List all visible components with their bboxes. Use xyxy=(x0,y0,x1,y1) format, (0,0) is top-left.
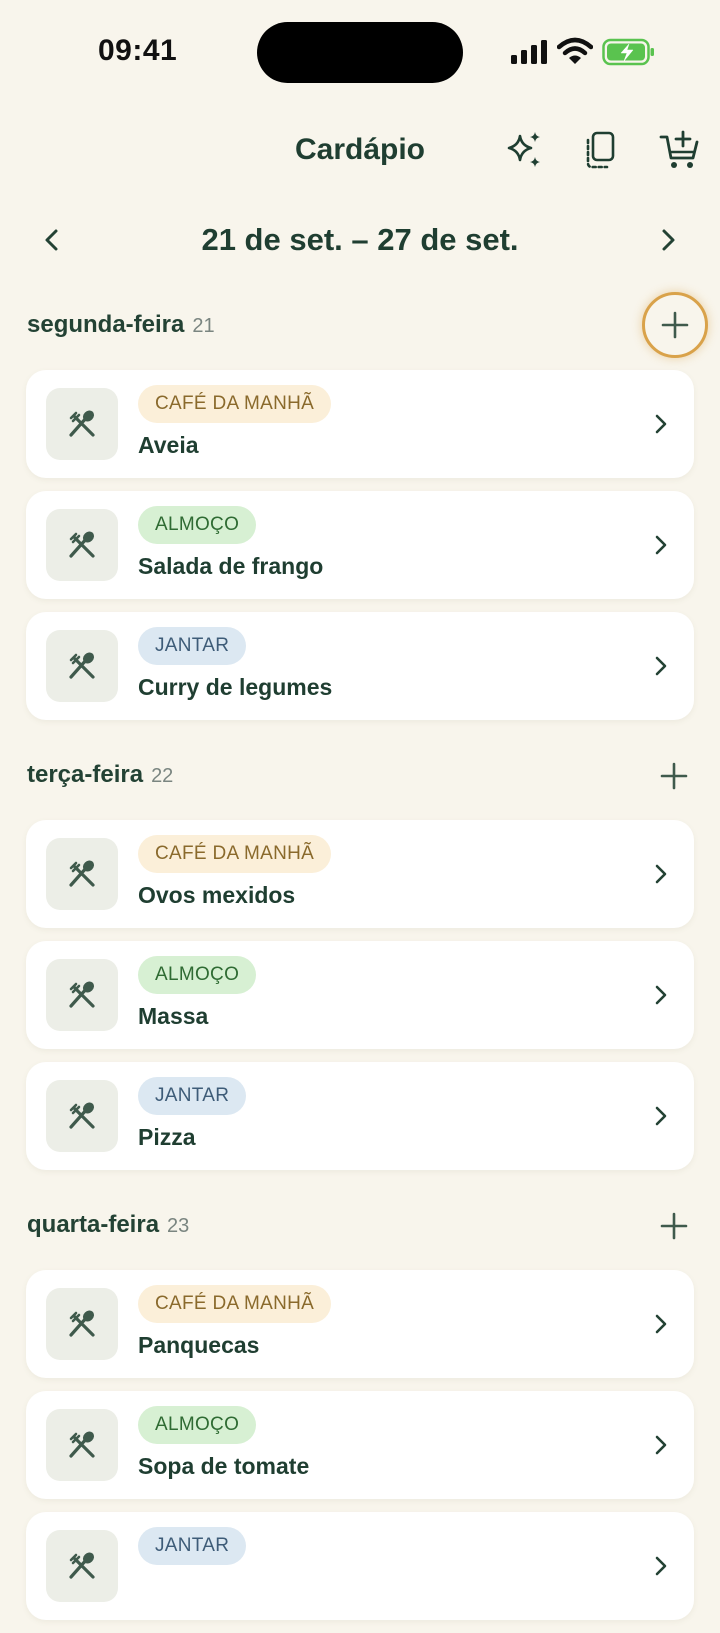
status-bar: 09:41 xyxy=(0,0,720,100)
meal-type-badge: ALMOÇO xyxy=(138,506,257,544)
day-section: quarta-feira 23 CAFÉ DA MANHÃ Panquecas A… xyxy=(0,1197,720,1633)
meal-type-badge: ALMOÇO xyxy=(138,1406,257,1444)
plus-icon xyxy=(660,762,688,790)
day-name-label: terça-feira xyxy=(27,761,144,788)
fork-spoon-icon xyxy=(69,860,95,887)
meal-name: Curry de legumes xyxy=(138,674,333,700)
meal-thumbnail xyxy=(46,630,118,702)
meal-type-badge: CAFÉ DA MANHÃ xyxy=(138,385,332,423)
day-name-label: quarta-feira xyxy=(27,1211,160,1238)
day-name: terça-feira 22 xyxy=(27,761,173,789)
chevron-right-icon xyxy=(655,535,667,555)
chevron-right-icon xyxy=(655,1435,667,1455)
day-header: segunda-feira 21 xyxy=(0,292,720,358)
meal-card[interactable]: CAFÉ DA MANHÃ Ovos mexidos xyxy=(26,820,694,928)
fork-spoon-icon xyxy=(69,1431,95,1458)
meal-name: Aveia xyxy=(138,432,199,458)
meal-card[interactable]: JANTAR Pizza xyxy=(26,1062,694,1170)
meal-type-badge: JANTAR xyxy=(138,627,247,665)
chevron-right-icon xyxy=(655,985,667,1005)
week-navigator: 21 de set. – 27 de set. xyxy=(0,210,720,270)
chevron-right-icon xyxy=(655,1314,667,1334)
fork-spoon-icon xyxy=(69,652,95,679)
fork-spoon-icon xyxy=(69,531,95,558)
chevron-right-icon xyxy=(655,1106,667,1126)
fork-spoon-icon xyxy=(69,981,95,1008)
battery-charging-icon xyxy=(602,38,654,66)
meal-thumbnail xyxy=(46,1288,118,1360)
meal-card[interactable]: ALMOÇO Massa xyxy=(26,941,694,1049)
meal-thumbnail xyxy=(46,1080,118,1152)
signal-icon xyxy=(511,40,547,64)
day-number: 22 xyxy=(151,765,174,787)
day-header: quarta-feira 23 xyxy=(0,1197,720,1257)
meal-type-badge: ALMOÇO xyxy=(138,956,257,994)
meal-thumbnail xyxy=(46,509,118,581)
meal-type-badge: JANTAR xyxy=(138,1077,247,1115)
meal-thumbnail xyxy=(46,838,118,910)
fork-spoon-icon xyxy=(69,410,95,437)
meal-name: Salada de frango xyxy=(138,553,324,579)
cart-add-icon[interactable] xyxy=(658,128,702,172)
day-section: segunda-feira 21 CAFÉ DA MANHÃ Aveia ALMO… xyxy=(0,292,720,733)
app-header: Cardápio xyxy=(0,110,720,190)
meal-card[interactable]: JANTAR Curry de legumes xyxy=(26,612,694,720)
day-section: terça-feira 22 CAFÉ DA MANHÃ Ovos mexidos… xyxy=(0,747,720,1183)
add-meal-button[interactable] xyxy=(651,753,697,799)
week-range-label: 21 de set. – 27 de set. xyxy=(201,222,519,257)
meal-name: Sopa de tomate xyxy=(138,1453,310,1479)
meal-type-badge: CAFÉ DA MANHÃ xyxy=(138,835,332,873)
meal-card[interactable]: CAFÉ DA MANHÃ Panquecas xyxy=(26,1270,694,1378)
meal-thumbnail xyxy=(46,388,118,460)
day-name: quarta-feira 23 xyxy=(27,1211,189,1239)
chevron-right-icon xyxy=(655,864,667,884)
meal-card[interactable]: ALMOÇO Sopa de tomate xyxy=(26,1391,694,1499)
chevron-right-icon xyxy=(655,414,667,434)
dynamic-island xyxy=(257,22,463,83)
plus-icon xyxy=(661,311,689,339)
fork-spoon-icon xyxy=(69,1310,95,1337)
copy-icon[interactable] xyxy=(579,128,623,172)
wifi-icon xyxy=(557,37,593,64)
day-number: 23 xyxy=(167,1215,190,1237)
meal-name: Ovos mexidos xyxy=(138,882,296,908)
plus-icon xyxy=(660,1212,688,1240)
status-time: 09:41 xyxy=(98,34,178,67)
meal-card[interactable]: CAFÉ DA MANHÃ Aveia xyxy=(26,370,694,478)
day-name: segunda-feira 21 xyxy=(27,311,215,339)
day-header: terça-feira 22 xyxy=(0,747,720,807)
meal-name: Pizza xyxy=(138,1124,196,1150)
meal-card[interactable]: ALMOÇO Salada de frango xyxy=(26,491,694,599)
meal-thumbnail xyxy=(46,959,118,1031)
meal-type-badge: CAFÉ DA MANHÃ xyxy=(138,1285,332,1323)
chevron-right-icon[interactable] xyxy=(650,222,686,258)
fork-spoon-icon xyxy=(69,1552,95,1579)
meal-type-badge: JANTAR xyxy=(138,1527,247,1565)
meal-thumbnail xyxy=(46,1409,118,1481)
meal-card[interactable]: JANTAR xyxy=(26,1512,694,1620)
day-number: 21 xyxy=(192,315,215,337)
fork-spoon-icon xyxy=(69,1102,95,1129)
meal-name: Massa xyxy=(138,1003,209,1029)
add-meal-button[interactable] xyxy=(651,1203,697,1249)
chevron-right-icon xyxy=(655,656,667,676)
meal-thumbnail xyxy=(46,1530,118,1602)
meal-name: Panquecas xyxy=(138,1332,260,1358)
day-name-label: segunda-feira xyxy=(27,311,185,338)
add-meal-button[interactable] xyxy=(642,292,708,358)
chevron-right-icon xyxy=(655,1556,667,1576)
sparkles-icon[interactable] xyxy=(502,128,546,172)
